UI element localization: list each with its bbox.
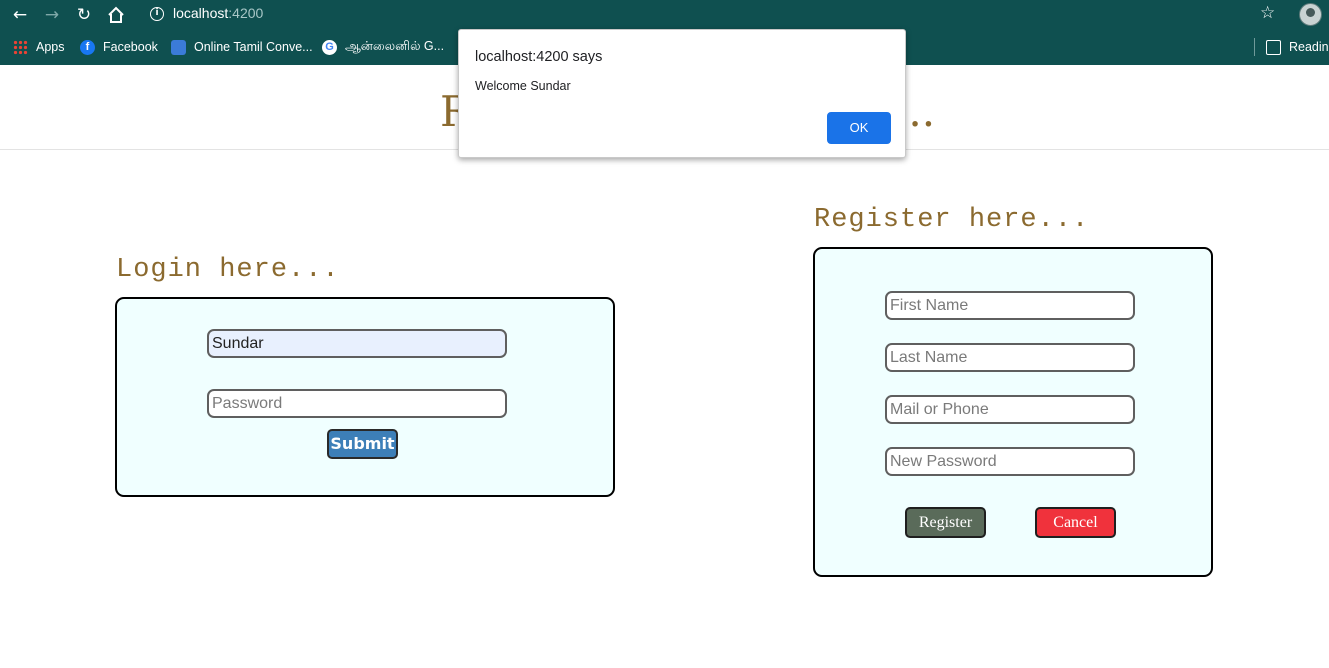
profile-avatar[interactable] (1299, 3, 1322, 26)
register-title: Register here... (814, 205, 1090, 235)
bookmark-tamil-converter[interactable]: Online Tamil Conve... (171, 38, 313, 56)
address-bar[interactable]: i localhost:4200 (142, 3, 1242, 26)
register-button[interactable]: Register (905, 507, 986, 538)
browser-toolbar: ← → ↻ i localhost:4200 ☆ (0, 0, 1329, 29)
dialog-ok-button[interactable]: OK (827, 112, 891, 144)
reading-list-icon (1266, 39, 1281, 55)
bookmark-facebook[interactable]: f Facebook (80, 38, 158, 56)
info-icon[interactable]: i (150, 7, 164, 21)
google-icon: G (322, 39, 337, 55)
forward-arrow-icon[interactable]: → (41, 4, 63, 26)
username-input[interactable] (207, 329, 507, 358)
bookmark-apps[interactable]: Apps (13, 38, 65, 56)
mail-or-phone-input[interactable] (885, 395, 1135, 424)
reload-icon[interactable]: ↻ (73, 4, 95, 26)
alert-dialog: localhost:4200 says Welcome Sundar OK (458, 29, 906, 158)
last-name-input[interactable] (885, 343, 1135, 372)
login-form: Submit (115, 297, 615, 497)
first-name-input[interactable] (885, 291, 1135, 320)
apps-grid-icon (13, 39, 28, 55)
bookmarks-separator (1254, 38, 1255, 56)
bookmark-google[interactable]: G ஆன்லைனில் G... (322, 38, 444, 56)
tamil-converter-icon (171, 39, 186, 55)
cancel-button[interactable]: Cancel (1035, 507, 1116, 538)
reading-list-button[interactable]: Reading (1266, 38, 1329, 56)
login-title: Login here... (116, 255, 340, 285)
url-text: localhost:4200 (173, 5, 264, 21)
facebook-icon: f (80, 39, 95, 55)
back-arrow-icon[interactable]: ← (9, 4, 31, 26)
star-icon[interactable]: ☆ (1260, 3, 1275, 23)
password-input[interactable] (207, 389, 507, 418)
register-form: Register Cancel (813, 247, 1213, 577)
submit-button[interactable]: Submit (327, 429, 398, 459)
dialog-message: Welcome Sundar (475, 79, 571, 93)
home-icon[interactable] (105, 4, 127, 26)
dialog-title: localhost:4200 says (475, 49, 603, 65)
new-password-input[interactable] (885, 447, 1135, 476)
